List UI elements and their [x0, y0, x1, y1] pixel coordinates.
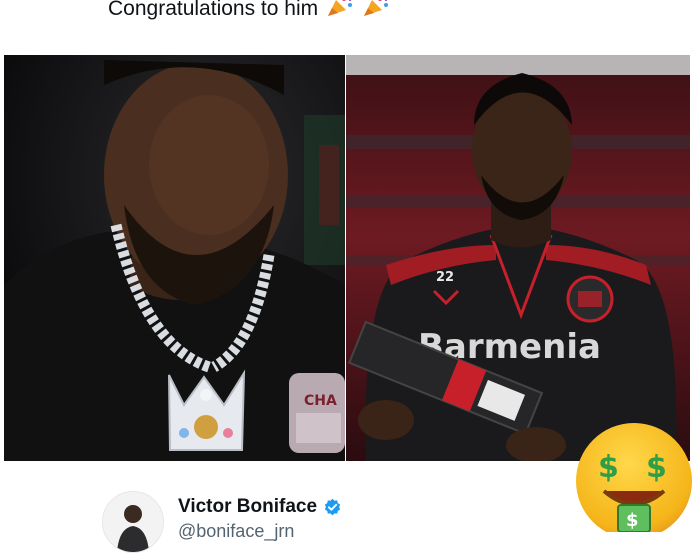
post-caption: Congratulations to him	[108, 0, 390, 21]
svg-text:$: $	[646, 450, 667, 485]
party-popper-icon	[362, 0, 390, 18]
avatar-image	[103, 492, 163, 552]
party-popper-icon	[326, 0, 354, 18]
caption-text: Congratulations to him	[108, 0, 318, 20]
money-mouth-face-icon: $ $ $	[574, 419, 694, 532]
photo-right-illustration: 22 Barmenia	[346, 55, 690, 461]
verified-badge-icon	[323, 498, 342, 517]
svg-text:$: $	[598, 450, 619, 485]
photo-left[interactable]: CHA	[4, 55, 345, 461]
photo-right[interactable]: 22 Barmenia	[346, 55, 690, 461]
photo-left-illustration: CHA	[4, 55, 345, 461]
svg-text:$: $	[626, 510, 639, 531]
author-name[interactable]: Victor Boniface	[178, 496, 317, 518]
author-name-row[interactable]: Victor Boniface	[178, 496, 342, 518]
avatar[interactable]	[102, 491, 164, 553]
shirt-number: 22	[436, 270, 454, 285]
svg-text:CHA: CHA	[304, 393, 337, 409]
